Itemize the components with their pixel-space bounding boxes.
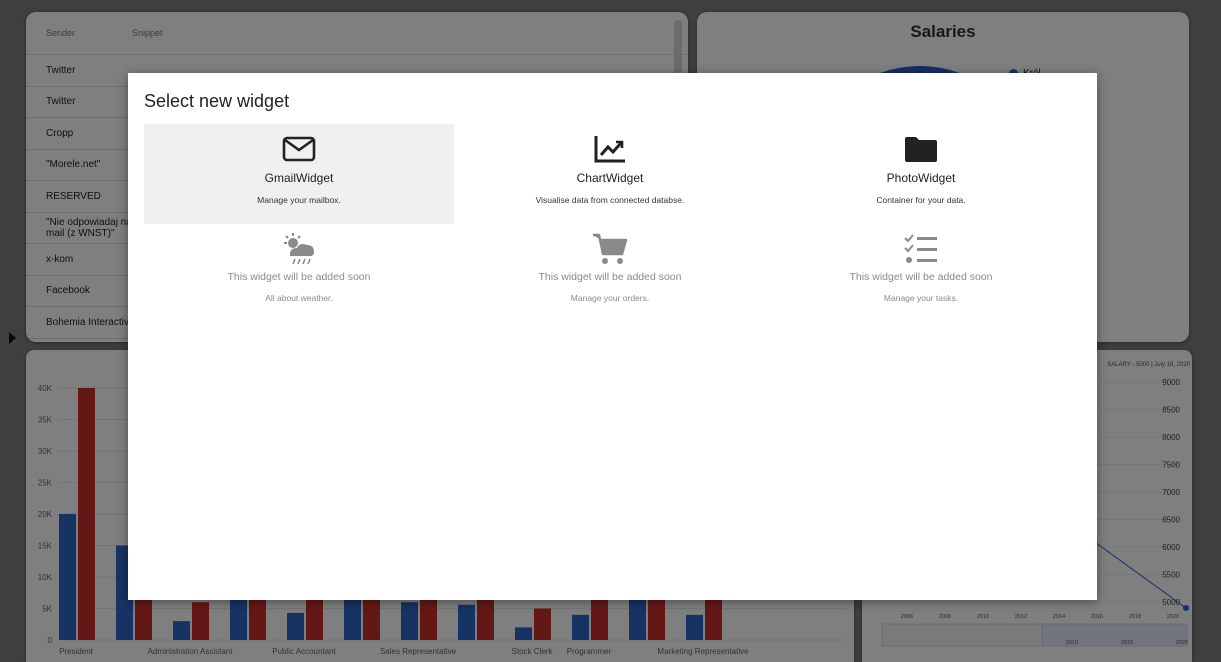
mail-icon — [144, 132, 454, 166]
widget-name: This widget will be added soon — [538, 271, 682, 283]
dialog-title: Select new widget — [144, 91, 290, 111]
widget-name: PhotoWidget — [886, 171, 956, 185]
widget-description: All about weather. — [265, 293, 333, 303]
widget-description: Manage your orders. — [570, 293, 650, 303]
checklist-icon — [766, 232, 1076, 266]
folder-icon — [766, 132, 1076, 166]
cart-icon — [455, 232, 765, 266]
widget-name: GmailWidget — [264, 171, 334, 185]
photo-widget-option[interactable]: PhotoWidget Container for your data. — [766, 124, 1076, 224]
orders-widget-option: This widget will be added soon Manage yo… — [455, 224, 765, 324]
weather-icon — [144, 232, 454, 266]
widget-description: Container for your data. — [876, 195, 966, 205]
widget-name: ChartWidget — [576, 171, 644, 185]
chart-icon — [455, 132, 765, 166]
widget-description: Visualise data from connected databse. — [535, 195, 685, 205]
widget-name: This widget will be added soon — [227, 271, 371, 283]
chart-widget-option[interactable]: ChartWidget Visualise data from connecte… — [455, 124, 765, 224]
gmail-widget-option[interactable]: GmailWidget Manage your mailbox. — [144, 124, 454, 224]
tasks-widget-option: This widget will be added soon Manage yo… — [766, 224, 1076, 324]
widget-description: Manage your mailbox. — [257, 195, 341, 205]
select-widget-dialog: Select new widget GmailWidget Manage you… — [128, 73, 1097, 600]
widget-name: This widget will be added soon — [849, 271, 993, 283]
widget-description: Manage your tasks. — [883, 293, 959, 303]
weather-widget-option: This widget will be added soon All about… — [144, 224, 454, 324]
